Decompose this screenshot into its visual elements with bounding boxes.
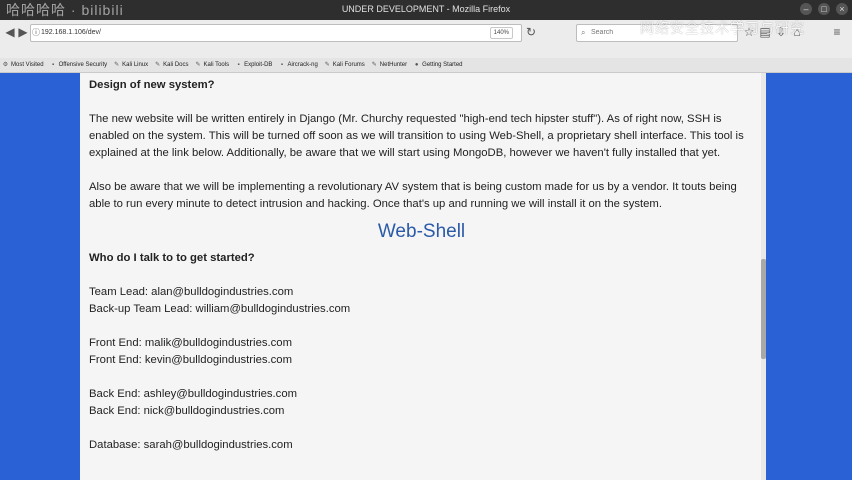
who-heading: Who do I talk to to get started?: [89, 252, 255, 264]
window-title: UNDER DEVELOPMENT - Mozilla Firefox: [341, 4, 511, 14]
minimize-button[interactable]: –: [800, 3, 812, 15]
dragon-icon: ✎: [114, 61, 120, 68]
contact-database-sarah: Database: sarah@bulldogindustries.com: [89, 439, 293, 451]
bookmark-aircrack-ng[interactable]: ▪ Aircrack-ng: [278, 61, 318, 69]
contact-front-end-kevin: Front End: kevin@bulldogindustries.com: [89, 354, 292, 366]
bookmark-kali-tools[interactable]: ✎ Kali Tools: [195, 62, 230, 69]
scrollbar-thumb[interactable]: [761, 259, 766, 359]
page-viewport: Design of new system? The new website wi…: [0, 73, 852, 480]
page-scrollbar[interactable]: [761, 73, 766, 480]
watermark-right: 网络安全技术学习与研究: [640, 20, 805, 36]
bookmark-nethunter[interactable]: ✎ NetHunter: [371, 62, 407, 69]
contact-front-end-malik: Front End: malik@bulldogindustries.com: [89, 337, 292, 349]
dragon-icon: ✎: [371, 61, 377, 68]
bookmark-exploit-db[interactable]: ▪ Exploit-DB: [235, 61, 273, 69]
bookmark-offensive-security[interactable]: ▪ Offensive Security: [50, 61, 107, 69]
close-button[interactable]: ×: [836, 3, 848, 15]
menu-icon[interactable]: ≡: [830, 25, 844, 39]
contact-back-end-ashley: Back End: ashley@bulldogindustries.com: [89, 388, 298, 400]
url-text: 192.168.1.106/dev/: [41, 29, 101, 36]
bookmark-kali-forums[interactable]: ✎ Kali Forums: [324, 62, 365, 69]
zoom-indicator[interactable]: 140%: [489, 27, 513, 39]
design-heading: Design of new system?: [89, 79, 215, 91]
maximize-button[interactable]: □: [818, 3, 830, 15]
forward-icon[interactable]: ▶: [16, 25, 30, 39]
bookmark-icon: ▪: [280, 61, 283, 68]
bookmark-most-visited[interactable]: ⚙ Most Visited: [2, 62, 44, 69]
contact-back-end-nick: Back End: nick@bulldogindustries.com: [89, 405, 285, 417]
webshell-link[interactable]: Web-Shell: [89, 221, 754, 243]
firefox-icon: ●: [414, 61, 419, 68]
intro-paragraph: The new website will be written entirely…: [89, 113, 744, 159]
search-icon: ⌕: [581, 28, 586, 37]
bookmark-icon: ▪: [52, 61, 55, 68]
contact-team-lead: Team Lead: alan@bulldogindustries.com: [89, 286, 294, 298]
av-paragraph: Also be aware that we will be implementi…: [89, 181, 737, 210]
bookmark-kali-linux[interactable]: ✎ Kali Linux: [113, 62, 148, 69]
bookmark-icon: ▪: [237, 61, 240, 68]
dragon-icon: ✎: [324, 61, 330, 68]
dragon-icon: ✎: [155, 61, 161, 68]
dragon-icon: ✎: [195, 61, 201, 68]
back-icon[interactable]: ◀: [3, 25, 17, 39]
page-content: Design of new system? The new website wi…: [80, 73, 766, 480]
gear-icon: ⚙: [2, 61, 9, 68]
url-bar[interactable]: ⓘ 192.168.1.106/dev/ 140%: [30, 24, 522, 42]
window-titlebar: 哈哈哈哈 · bilibili UNDER DEVELOPMENT - Mozi…: [0, 0, 852, 20]
reload-icon[interactable]: ↻: [524, 25, 538, 39]
bookmark-getting-started[interactable]: ● Getting Started: [413, 61, 463, 69]
info-icon[interactable]: ⓘ: [31, 26, 41, 40]
bookmark-kali-docs[interactable]: ✎ Kali Docs: [154, 62, 188, 69]
bookmarks-toolbar: ⚙ Most Visited ▪ Offensive Security ✎ Kali …: [0, 58, 852, 73]
contact-backup-lead: Back-up Team Lead: william@bulldogindust…: [89, 303, 351, 315]
